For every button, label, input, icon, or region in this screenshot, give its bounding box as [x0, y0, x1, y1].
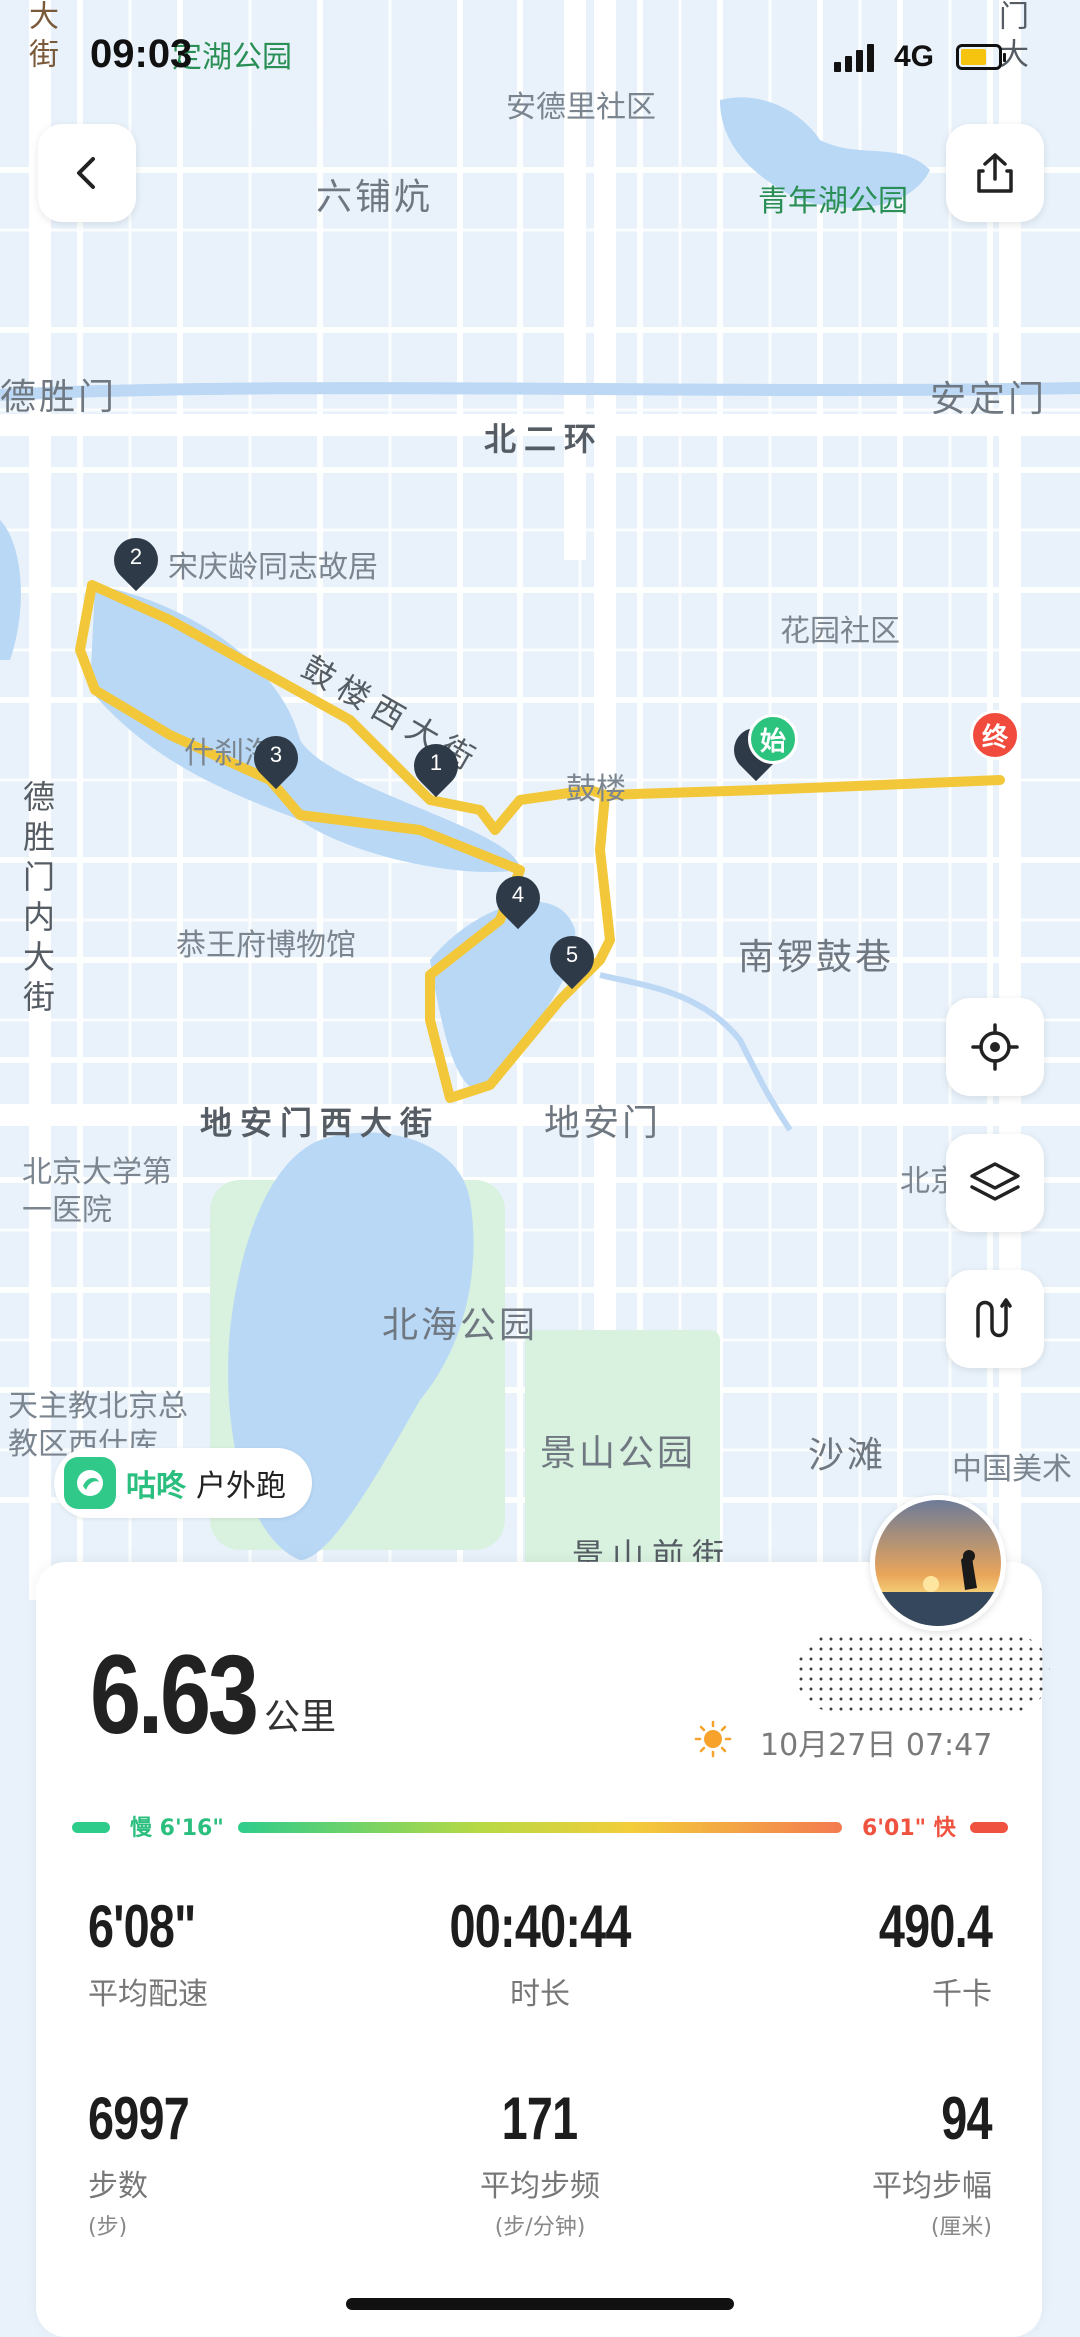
map-label-north-2nd-ring: 北二环	[484, 420, 605, 458]
route-marker-3[interactable]: 3	[244, 726, 308, 790]
status-time: 09:03	[90, 32, 193, 76]
signal-icon	[834, 42, 874, 72]
map-label-prince-gong-museum: 恭王府博物馆	[176, 928, 356, 963]
avatar[interactable]	[870, 1495, 1006, 1631]
stat-duration: 00:40:44 时长	[400, 1892, 680, 2013]
wave-route-icon	[976, 1298, 1012, 1338]
stat-label: 平均配速	[88, 1977, 208, 2012]
route-replay-button[interactable]	[946, 1270, 1044, 1368]
map-label-andingmen: 安定门	[930, 379, 1048, 420]
map-label-beihai-park: 北海公园	[382, 1305, 539, 1346]
stat-steps: 6997 步数 (步)	[88, 2084, 348, 2241]
workout-datetime: 10月27日 07:47	[760, 1728, 993, 1763]
stat-label: 平均步频	[480, 2169, 600, 2204]
map-label-nanluoguxiang: 南锣鼓巷	[738, 937, 895, 978]
share-button[interactable]	[946, 124, 1044, 222]
battery-icon	[956, 44, 1006, 70]
sun-icon	[694, 1720, 732, 1758]
stat-label: 步数	[88, 2169, 148, 2204]
stat-value: 6997	[88, 2085, 190, 2152]
route-marker-5[interactable]: 5	[540, 926, 604, 990]
brand-pill: 咕咚 户外跑	[54, 1448, 312, 1518]
home-indicator[interactable]	[346, 2298, 734, 2310]
map-label-dianmen: 地安门	[544, 1103, 662, 1144]
route-marker-4[interactable]: 4	[486, 866, 550, 930]
stat-unit: (步)	[88, 2215, 128, 2240]
status-bar: 09:03 4G	[0, 0, 1080, 110]
stat-label: 平均步幅	[872, 2169, 992, 2204]
pace-slow-label: 慢 6'16"	[130, 1816, 224, 1841]
crosshair-icon	[971, 1023, 1019, 1071]
stat-avg-pace: 6'08" 平均配速	[88, 1892, 348, 2013]
map-label-deshengmen: 德胜门	[0, 377, 118, 418]
map-label-soong-residence: 宋庆龄同志故居	[168, 550, 378, 585]
stat-value: 94	[941, 2085, 992, 2152]
route-end-badge[interactable]: 终	[970, 710, 1020, 760]
route-start-badge[interactable]: 始	[748, 714, 798, 764]
pace-fast-label: 6'01" 快	[862, 1816, 956, 1841]
distance-unit: 公里	[264, 1697, 337, 1738]
stat-value: 171	[502, 2085, 579, 2152]
pace-fast-marker	[970, 1822, 1008, 1833]
route-marker-2[interactable]: 2	[104, 528, 168, 592]
map-label-shatan: 沙滩	[808, 1435, 887, 1476]
stat-label: 时长	[510, 1977, 570, 2012]
route-marker-number: 4	[511, 882, 525, 907]
activity-type: 户外跑	[196, 1469, 286, 1504]
route-map[interactable]: 定湖公园 安德里社区 青年湖公园 六铺炕 德胜门 安定门 北二环 宋庆龄同志故居…	[0, 0, 1080, 1600]
route-marker-number: 3	[269, 742, 283, 767]
stat-unit: (厘米)	[930, 2215, 992, 2240]
map-label-dianmen-west-street: 地安门西大街	[200, 1104, 441, 1142]
map-label-art-museum: 中国美术	[952, 1452, 1072, 1487]
layers-icon	[970, 1162, 1020, 1201]
route-marker-1[interactable]: 1	[404, 734, 468, 798]
map-label-liupukang: 六铺炕	[316, 177, 434, 218]
route-marker-number: 2	[129, 544, 143, 569]
codoon-logo-icon	[64, 1457, 116, 1509]
map-label-deshengmen-inner-street: 德胜门内大街	[18, 780, 56, 1020]
map-label-gulou: 鼓楼	[566, 772, 626, 807]
route-marker-number: 1	[429, 750, 443, 775]
map-label-pku-hospital: 北京大学第一医院	[22, 1155, 172, 1228]
network-type: 4G	[894, 40, 935, 73]
stat-calories: 490.4 千卡	[740, 1892, 993, 2013]
pace-gradient	[238, 1822, 842, 1833]
chevron-left-icon	[77, 157, 95, 189]
back-button[interactable]	[38, 124, 136, 222]
stat-label: 千卡	[932, 1977, 992, 2012]
stat-value: 00:40:44	[449, 1893, 631, 1960]
share-icon	[977, 153, 1013, 193]
brand-name: 咕咚	[126, 1469, 186, 1504]
layers-button[interactable]	[946, 1134, 1044, 1232]
distance-value: 6.63	[90, 1632, 259, 1757]
stat-value: 6'08"	[88, 1893, 196, 1960]
stat-cadence: 171 平均步频 (步/分钟)	[400, 2084, 680, 2241]
route-marker-number: 5	[565, 942, 579, 967]
decorative-dots	[796, 1634, 1050, 1712]
stat-value: 490.4	[878, 1893, 993, 1960]
stat-stride: 94 平均步幅 (厘米)	[740, 2084, 993, 2241]
map-label-jingshan-park: 景山公园	[540, 1433, 697, 1474]
map-label-huayuan-community: 花园社区	[780, 614, 900, 649]
locate-button[interactable]	[946, 998, 1044, 1096]
pace-range-bar: 慢 6'16" 6'01" 快	[72, 1808, 1008, 1848]
map-label-qingnian-lake-park: 青年湖公园	[758, 184, 908, 219]
map-canvas	[0, 0, 1080, 1600]
pace-slow-marker	[72, 1822, 110, 1833]
stat-unit: (步/分钟)	[494, 2215, 586, 2240]
